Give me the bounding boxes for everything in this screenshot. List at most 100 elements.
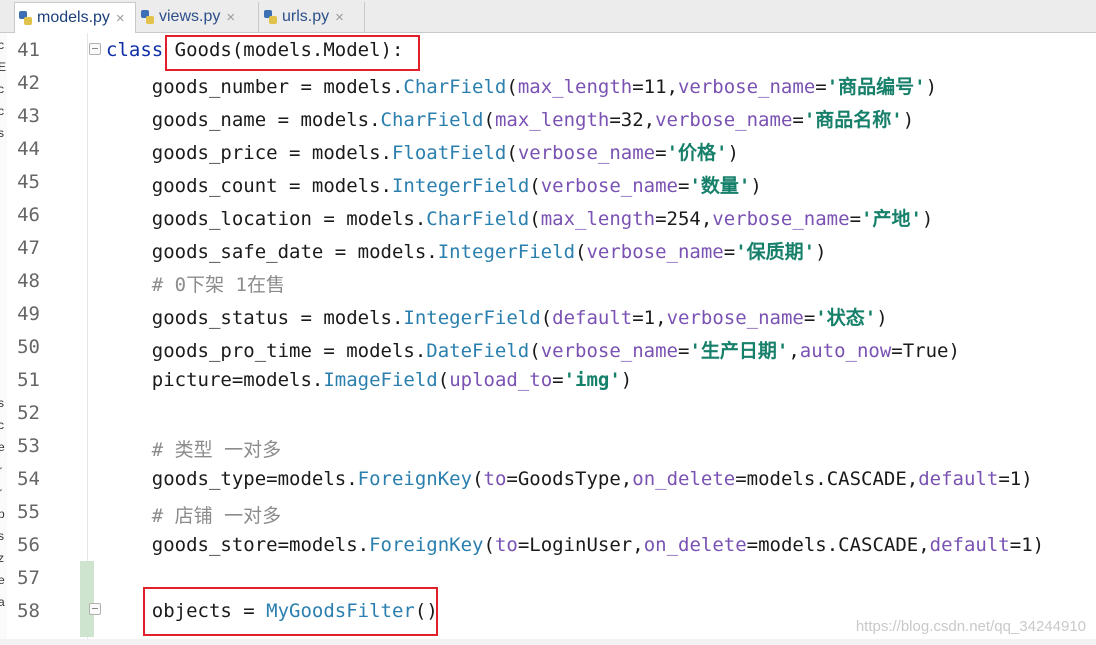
code-editor[interactable]: 41 class Goods(models.Model): 42 goods_num…	[7, 33, 1096, 639]
code-text: goods_pro_time = models.DateField(verbos…	[106, 336, 960, 363]
code-token: (	[529, 208, 541, 230]
line-number: 47	[17, 237, 40, 259]
panel-text-fragment: z	[0, 551, 4, 565]
code-line[interactable]: 55 # 店铺 一对多	[7, 495, 1096, 528]
code-token: '生产日期'	[689, 340, 789, 362]
tab-models-py[interactable]: models.py ×	[14, 2, 136, 33]
tab-label: views.py	[159, 8, 221, 25]
close-tab-icon[interactable]: ×	[116, 10, 125, 27]
code-token: =32,	[609, 109, 656, 131]
code-token: to	[483, 468, 507, 490]
code-text: goods_count = models.IntegerField(verbos…	[106, 171, 762, 198]
code-line[interactable]: 50 goods_pro_time = models.DateField(ver…	[7, 330, 1096, 363]
panel-text-fragment: s	[0, 126, 4, 140]
line-number: 55	[17, 501, 40, 523]
line-number: 49	[17, 303, 40, 325]
line-number: 53	[17, 435, 40, 457]
code-token: CharField	[403, 76, 507, 98]
code-token: ForeignKey	[369, 534, 484, 556]
code-token: default	[552, 307, 633, 329]
code-token: goods_location = models.	[106, 208, 427, 230]
line-number: 58	[17, 600, 40, 622]
code-text: # 0下架 1在售	[106, 270, 285, 297]
close-tab-icon[interactable]: ×	[335, 9, 344, 26]
code-line[interactable]: 52	[7, 396, 1096, 429]
tab-label: models.py	[37, 9, 110, 26]
code-token: )	[727, 142, 739, 164]
code-token: ForeignKey	[357, 468, 473, 490]
code-token: DateField	[426, 340, 530, 362]
code-token: =11,	[632, 76, 678, 98]
code-token: IntegerField	[391, 175, 530, 197]
python-file-icon	[19, 11, 32, 25]
code-line[interactable]: 43 goods_name = models.CharField(max_len…	[7, 99, 1096, 132]
panel-text-fragment: e	[0, 440, 5, 454]
code-line[interactable]: 47 goods_safe_date = models.IntegerField…	[7, 231, 1096, 264]
code-token: verbose_name	[540, 340, 678, 362]
code-text: goods_status = models.IntegerField(defau…	[106, 303, 888, 330]
code-token: )	[902, 109, 915, 131]
code-text: goods_location = models.CharField(max_le…	[106, 204, 934, 231]
line-number: 46	[17, 204, 40, 226]
code-line[interactable]: 49 goods_status = models.IntegerField(de…	[7, 297, 1096, 330]
code-token: IntegerField	[403, 307, 541, 329]
line-number: 44	[17, 138, 40, 160]
code-token: goods_type=models.	[106, 468, 358, 490]
code-token: FloatField	[391, 142, 507, 164]
code-token: =	[677, 340, 690, 362]
code-token: on_delete	[643, 534, 747, 556]
code-token: =	[655, 142, 667, 164]
code-text: goods_number = models.CharField(max_leng…	[106, 72, 937, 99]
code-token: max_length	[494, 109, 610, 131]
code-line[interactable]: 44 goods_price = models.FloatField(verbo…	[7, 132, 1096, 165]
panel-text-fragment: a	[0, 595, 5, 609]
code-token: (	[540, 307, 553, 329]
code-text: goods_store=models.ForeignKey(to=LoginUs…	[106, 534, 1044, 556]
code-token: (	[437, 369, 450, 391]
code-token: =models.CASCADE,	[735, 468, 919, 490]
code-token: '状态'	[815, 307, 877, 329]
code-token: goods_count = models.	[106, 175, 392, 197]
code-token: =	[552, 369, 564, 391]
panel-text-fragment: c	[0, 38, 4, 52]
code-token: (	[483, 109, 495, 131]
code-token: max_length	[517, 76, 633, 98]
code-token: verbose_name	[540, 175, 678, 197]
code-token: =	[792, 109, 804, 131]
panel-text-fragment: r	[0, 463, 2, 477]
line-number: 45	[17, 171, 40, 193]
panel-text-fragment: p	[0, 507, 5, 521]
tab-views-py[interactable]: views.py ×	[137, 2, 259, 32]
code-token: goods_pro_time = models.	[106, 340, 427, 362]
code-token: CharField	[426, 208, 530, 230]
code-line[interactable]: 53 # 类型 一对多	[7, 429, 1096, 462]
line-number: 43	[17, 105, 40, 127]
code-token: 'img'	[563, 369, 621, 391]
code-token: goods_price = models.	[106, 142, 392, 164]
code-token: goods_store=models.	[106, 534, 370, 556]
python-file-icon	[264, 10, 277, 24]
panel-text-fragment: r	[0, 485, 2, 499]
code-token: (	[529, 340, 541, 362]
close-tab-icon[interactable]: ×	[226, 9, 235, 26]
code-line[interactable]: 45 goods_count = models.IntegerField(ver…	[7, 165, 1096, 198]
code-line[interactable]: 46 goods_location = models.CharField(max…	[7, 198, 1096, 231]
line-number: 57	[17, 567, 40, 589]
code-line[interactable]: 54 goods_type=models.ForeignKey(to=Goods…	[7, 462, 1096, 495]
code-token: (	[472, 468, 484, 490]
code-token: to	[494, 534, 518, 556]
code-token: )	[925, 76, 938, 98]
code-line[interactable]: 51 picture=models.ImageField(upload_to='…	[7, 363, 1096, 396]
code-token: )	[815, 241, 827, 263]
code-token: =1)	[1009, 534, 1045, 556]
code-token: =models.CASCADE,	[746, 534, 930, 556]
code-text: # 店铺 一对多	[106, 501, 281, 528]
code-line[interactable]: 48 # 0下架 1在售	[7, 264, 1096, 297]
code-text: goods_type=models.ForeignKey(to=GoodsTyp…	[106, 468, 1033, 490]
panel-text-fragment: s	[0, 396, 4, 410]
code-token: )	[921, 208, 934, 230]
code-token: )	[620, 369, 633, 391]
code-line[interactable]: 56 goods_store=models.ForeignKey(to=Logi…	[7, 528, 1096, 561]
tab-urls-py[interactable]: urls.py ×	[260, 2, 365, 32]
highlight-class-declaration	[165, 35, 420, 71]
